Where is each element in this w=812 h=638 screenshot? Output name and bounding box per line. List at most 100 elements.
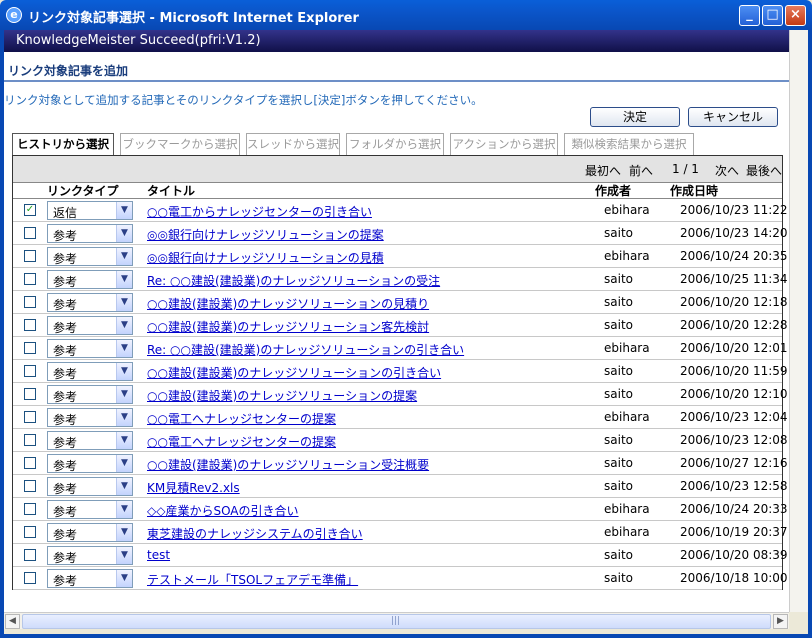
row-checkbox[interactable] [24,411,36,423]
chevron-down-icon[interactable]: ▼ [116,363,132,380]
article-title-link[interactable]: KM見積Rev2.xls [147,479,240,496]
link-type-select[interactable]: 参考 ▼ [47,362,133,381]
article-title-link[interactable]: ○○建設(建設業)のナレッジソリューション受注概要 [147,456,429,473]
article-title-link[interactable]: ○○電工へナレッジセンターの提案 [147,410,336,427]
author-cell: saito [604,318,633,332]
date-cell: 2006/10/20 12:28 [680,318,788,332]
link-type-select[interactable]: 参考 ▼ [47,224,133,243]
link-type-select[interactable]: 参考 ▼ [47,569,133,588]
article-title-link[interactable]: ○○建設(建設業)のナレッジソリューション客先検討 [147,318,429,335]
link-type-select[interactable]: 参考 ▼ [47,454,133,473]
chevron-down-icon[interactable]: ▼ [116,317,132,334]
chevron-down-icon[interactable]: ▼ [116,570,132,587]
row-checkbox[interactable] [24,227,36,239]
tab-similar-search[interactable]: 類似検索結果から選択 [564,133,694,155]
scroll-left-arrow-icon[interactable]: ◀ [5,614,20,629]
link-type-select[interactable]: 参考 ▼ [47,408,133,427]
row-checkbox[interactable] [24,250,36,262]
tab-history[interactable]: ヒストリから選択 [12,133,114,155]
link-type-select[interactable]: 参考 ▼ [47,339,133,358]
article-title-link[interactable]: ○○建設(建設業)のナレッジソリューションの見積り [147,295,429,312]
row-checkbox[interactable] [24,296,36,308]
author-cell: saito [604,571,633,585]
row-checkbox[interactable] [24,572,36,584]
row-checkbox[interactable] [24,503,36,515]
pager-first-link[interactable]: 最初へ [585,162,621,179]
row-checkbox[interactable] [24,388,36,400]
row-checkbox[interactable] [24,319,36,331]
chevron-down-icon[interactable]: ▼ [116,202,132,219]
pager-prev-link[interactable]: 前へ [629,162,653,179]
chevron-down-icon[interactable]: ▼ [116,386,132,403]
link-type-select[interactable]: 参考 ▼ [47,546,133,565]
row-checkbox[interactable] [24,273,36,285]
chevron-down-icon[interactable]: ▼ [116,294,132,311]
article-title-link[interactable]: テストメール「TSOLフェアデモ準備」 [147,571,358,588]
cancel-button[interactable]: キャンセル [688,107,778,127]
article-title-link[interactable]: Re: ○○建設(建設業)のナレッジソリューションの引き合い [147,341,464,358]
article-title-link[interactable]: ◎◎銀行向けナレッジソリューションの見積 [147,249,384,266]
chevron-down-icon[interactable]: ▼ [116,501,132,518]
link-type-select[interactable]: 参考 ▼ [47,477,133,496]
link-type-select[interactable]: 参考 ▼ [47,431,133,450]
results-panel: 最初へ 前へ 1 / 1 次へ 最後へ リンクタイプ タイトル 作成者 作成日時… [12,155,788,590]
article-title-link[interactable]: 東芝建設のナレッジシステムの引き合い [147,525,363,542]
row-checkbox[interactable] [24,434,36,446]
link-type-select[interactable]: 参考 ▼ [47,270,133,289]
tab-folder[interactable]: フォルダから選択 [346,133,444,155]
maximize-button[interactable]: □ [762,5,783,26]
row-checkbox[interactable] [24,365,36,377]
link-type-select[interactable]: 参考 ▼ [47,385,133,404]
tab-action[interactable]: アクションから選択 [450,133,558,155]
chevron-down-icon[interactable]: ▼ [116,409,132,426]
tab-thread[interactable]: スレッドから選択 [246,133,340,155]
table-row: 参考 ▼ Re: ○○建設(建設業)のナレッジソリューションの受注 saito 2006… [13,268,788,291]
chevron-down-icon[interactable]: ▼ [116,524,132,541]
scroll-thumb[interactable]: ||| [22,614,771,629]
table-row: 参考 ▼ Re: ○○建設(建設業)のナレッジソリューションの引き合い ebihara… [13,337,788,360]
link-type-select[interactable]: 参考 ▼ [47,247,133,266]
close-button[interactable]: × [785,5,806,26]
article-title-link[interactable]: ○○建設(建設業)のナレッジソリューションの引き合い [147,364,441,381]
minimize-button[interactable]: _ [739,5,760,26]
chevron-down-icon[interactable]: ▼ [116,248,132,265]
chevron-down-icon[interactable]: ▼ [116,432,132,449]
link-type-select[interactable]: 参考 ▼ [47,316,133,335]
scroll-right-arrow-icon[interactable]: ▶ [773,614,788,629]
chevron-down-icon[interactable]: ▼ [116,455,132,472]
chevron-down-icon[interactable]: ▼ [116,271,132,288]
date-cell: 2006/10/20 12:10 [680,387,788,401]
vertical-scrollbar-track[interactable] [789,30,808,612]
row-checkbox[interactable]: ✓ [24,204,36,216]
tab-bookmark[interactable]: ブックマークから選択 [120,133,240,155]
article-title-link[interactable]: test [147,548,170,562]
chevron-down-icon[interactable]: ▼ [116,478,132,495]
link-type-select[interactable]: 参考 ▼ [47,523,133,542]
chevron-down-icon[interactable]: ▼ [116,547,132,564]
horizontal-scrollbar[interactable]: ◀ ||| ▶ [4,612,789,629]
chevron-down-icon[interactable]: ▼ [116,225,132,242]
row-checkbox[interactable] [24,457,36,469]
article-title-link[interactable]: ○○電工へナレッジセンターの提案 [147,433,336,450]
table-row: 参考 ▼ 東芝建設のナレッジシステムの引き合い ebihara 2006/10/19 2… [13,521,788,544]
window-titlebar[interactable]: e リンク対象記事選択 - Microsoft Internet Explore… [0,0,812,30]
date-cell: 2006/10/19 20:37 [680,525,788,539]
row-checkbox[interactable] [24,526,36,538]
date-cell: 2006/10/23 12:08 [680,433,788,447]
row-checkbox[interactable] [24,480,36,492]
pager-last-link[interactable]: 最後へ [746,162,782,179]
ok-button[interactable]: 決定 [590,107,680,127]
article-title-link[interactable]: ○○電工からナレッジセンターの引き合い [147,203,372,220]
article-title-link[interactable]: Re: ○○建設(建設業)のナレッジソリューションの受注 [147,272,440,289]
link-type-select[interactable]: 返信 ▼ [47,201,133,220]
table-row: 参考 ▼ ○○電工へナレッジセンターの提案 saito 2006/10/23 12:08 [13,429,788,452]
link-type-select[interactable]: 参考 ▼ [47,293,133,312]
link-type-select[interactable]: 参考 ▼ [47,500,133,519]
pager-next-link[interactable]: 次へ [715,162,739,179]
article-title-link[interactable]: ◇◇産業からSOAの引き合い [147,502,299,519]
row-checkbox[interactable] [24,549,36,561]
chevron-down-icon[interactable]: ▼ [116,340,132,357]
row-checkbox[interactable] [24,342,36,354]
article-title-link[interactable]: ○○建設(建設業)のナレッジソリューションの提案 [147,387,417,404]
article-title-link[interactable]: ◎◎銀行向けナレッジソリューションの提案 [147,226,384,243]
